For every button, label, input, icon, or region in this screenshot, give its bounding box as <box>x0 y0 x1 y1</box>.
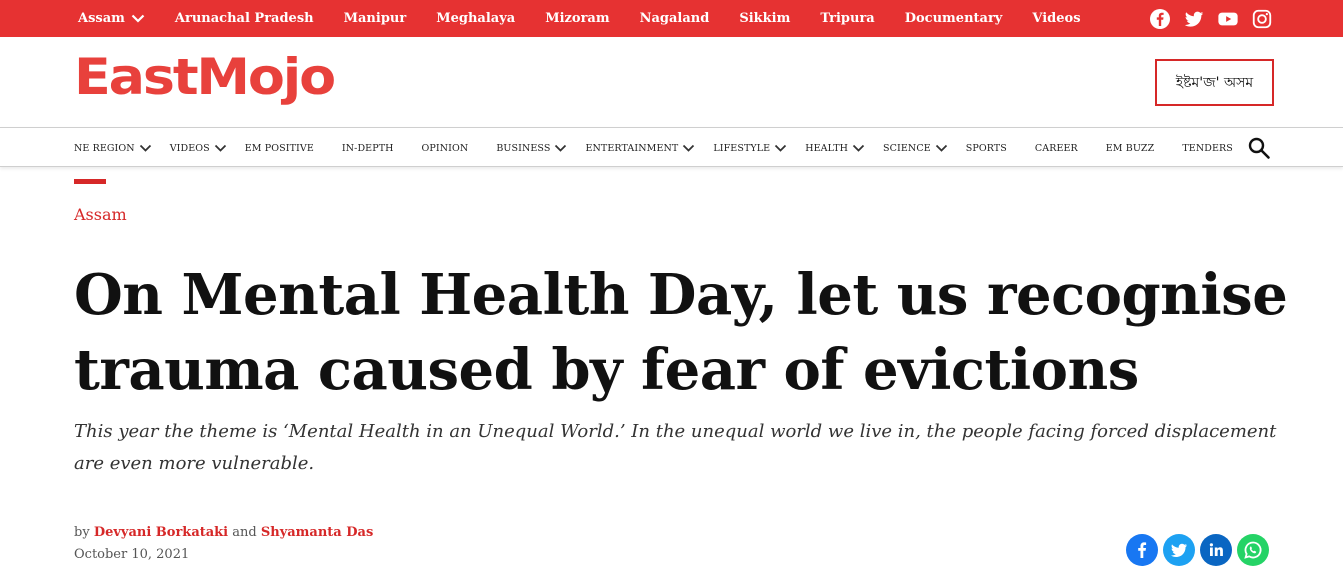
nav-item-entertainment[interactable]: ENTERTAINMENT <box>585 142 695 154</box>
nav-item-business[interactable]: BUSINESS <box>496 142 567 154</box>
topnav-item-label: Assam <box>78 11 125 26</box>
search-icon[interactable] <box>1247 136 1271 160</box>
linkedin-share-icon[interactable] <box>1200 534 1232 566</box>
article-category-link[interactable]: Assam <box>74 205 127 224</box>
topnav-item-sikkim[interactable]: Sikkim <box>739 11 790 26</box>
nav-item-videos[interactable]: VIDEOS <box>169 142 226 154</box>
nav-item-career[interactable]: CAREER <box>1035 143 1078 154</box>
chevron-down-icon[interactable] <box>214 144 227 153</box>
topnav-item-meghalaya[interactable]: Meghalaya <box>436 11 515 26</box>
chevron-down-icon[interactable] <box>774 144 787 153</box>
article-dek: This year the theme is ‘Mental Health in… <box>74 421 1277 474</box>
topnav-item-mizoram[interactable]: Mizoram <box>545 11 609 26</box>
article-headline: On Mental Health Day, let us recognise t… <box>74 262 1288 403</box>
topnav-item-assam[interactable]: Assam <box>78 11 145 26</box>
chevron-down-icon[interactable] <box>139 144 152 153</box>
topnav-item-arunachal-pradesh[interactable]: Arunachal Pradesh <box>175 11 314 26</box>
twitter-icon[interactable] <box>1183 8 1205 30</box>
nav-item-lifestyle[interactable]: LIFESTYLE <box>713 142 787 154</box>
youtube-icon[interactable] <box>1217 8 1239 30</box>
nav-item-label: SCIENCE <box>883 142 931 154</box>
chevron-down-icon[interactable] <box>852 144 865 153</box>
nav-item-label: BUSINESS <box>496 142 551 154</box>
social-links <box>1149 8 1273 30</box>
chevron-down-icon[interactable] <box>131 14 145 23</box>
byline-prefix: by <box>74 525 90 540</box>
chevron-down-icon[interactable] <box>935 144 948 153</box>
topnav-item-manipur[interactable]: Manipur <box>344 11 407 26</box>
whatsapp-share-icon[interactable] <box>1237 534 1269 566</box>
nav-item-health[interactable]: HEALTH <box>805 142 865 154</box>
top-bar: Assam Arunachal Pradesh Manipur Meghalay… <box>0 0 1343 37</box>
instagram-icon[interactable] <box>1251 8 1273 30</box>
share-buttons <box>1126 534 1269 566</box>
eastmojo-logo[interactable]: EastMojo <box>74 48 337 106</box>
state-nav: Assam Arunachal Pradesh Manipur Meghalay… <box>78 0 1111 37</box>
main-nav: NE REGION VIDEOS EM POSITIVE IN-DEPTH OP… <box>0 127 1343 167</box>
nav-item-label: HEALTH <box>805 142 849 154</box>
article-date: October 10, 2021 <box>74 547 190 562</box>
author-link-2[interactable]: Shyamanta Das <box>261 525 373 540</box>
author-link-1[interactable]: Devyani Borkataki <box>94 525 228 540</box>
nav-item-em-buzz[interactable]: EM BUZZ <box>1106 143 1155 154</box>
section-nav: NE REGION VIDEOS EM POSITIVE IN-DEPTH OP… <box>74 128 1261 168</box>
assam-edition-button[interactable]: ইষ্টম'জ' অসম <box>1155 59 1274 106</box>
nav-item-sports[interactable]: SPORTS <box>966 143 1007 154</box>
article-byline: by Devyani Borkataki and Shyamanta Das <box>74 525 373 540</box>
nav-item-label: LIFESTYLE <box>713 142 771 154</box>
chevron-down-icon[interactable] <box>682 144 695 153</box>
facebook-share-icon[interactable] <box>1126 534 1158 566</box>
facebook-icon[interactable] <box>1149 8 1171 30</box>
category-accent-bar <box>74 179 106 184</box>
topnav-item-documentary[interactable]: Documentary <box>905 11 1003 26</box>
topnav-item-tripura[interactable]: Tripura <box>820 11 874 26</box>
nav-item-ne-region[interactable]: NE REGION <box>74 142 151 154</box>
nav-item-em-positive[interactable]: EM POSITIVE <box>245 143 314 154</box>
svg-text:EastMojo: EastMojo <box>74 50 335 106</box>
chevron-down-icon[interactable] <box>554 144 567 153</box>
nav-item-label: ENTERTAINMENT <box>585 142 679 154</box>
byline-joiner: and <box>232 525 257 540</box>
nav-item-label: NE REGION <box>74 142 135 154</box>
nav-item-in-depth[interactable]: IN-DEPTH <box>342 143 394 154</box>
nav-item-science[interactable]: SCIENCE <box>883 142 947 154</box>
nav-item-label: VIDEOS <box>169 142 210 154</box>
topnav-item-nagaland[interactable]: Nagaland <box>640 11 710 26</box>
nav-item-tenders[interactable]: TENDERS <box>1182 143 1233 154</box>
twitter-share-icon[interactable] <box>1163 534 1195 566</box>
nav-item-opinion[interactable]: OPINION <box>422 143 469 154</box>
topnav-item-videos[interactable]: Videos <box>1032 11 1080 26</box>
